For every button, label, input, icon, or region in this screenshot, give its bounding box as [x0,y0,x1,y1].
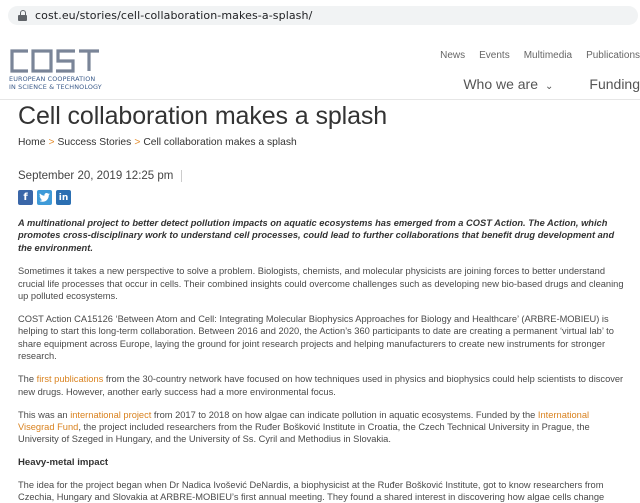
who-we-are-label: Who we are [463,76,539,92]
breadcrumb-separator: > [134,137,141,148]
p3-text-pre: The [18,374,37,385]
article-lead: A multinational project to better detect… [18,218,615,253]
section-heading: Heavy-metal impact [18,456,109,468]
topnav-multimedia[interactable]: Multimedia [524,50,572,61]
browser-address-bar: cost.eu/stories/cell-collaboration-makes… [0,0,640,30]
cost-logo-wordmark [10,49,99,73]
share-buttons: f in [18,190,630,205]
article: Cell collaboration makes a splash Home > S… [18,100,630,503]
first-publications-link[interactable]: first publications [37,374,104,384]
url-field[interactable]: cost.eu/stories/cell-collaboration-makes… [8,6,638,25]
mainnav-funding[interactable]: Funding [589,76,640,92]
tagline-line-2: IN SCIENCE & TECHNOLOGY [9,82,102,91]
linkedin-icon[interactable]: in [56,190,71,205]
facebook-icon[interactable]: f [18,190,33,205]
mainnav-who-we-are[interactable]: Who we are ⌄ [463,76,553,92]
lock-icon[interactable] [18,10,27,21]
p3-text-post: from the 30-country network have focused… [18,374,624,397]
site-header: EUROPEAN COOPERATION IN SCIENCE & TECHNO… [0,30,640,100]
international-project-link[interactable]: international project [70,410,151,420]
topnav-news[interactable]: News [440,50,465,61]
chevron-down-icon: ⌄ [545,81,554,92]
logo-tagline: EUROPEAN COOPERATION IN SCIENCE & TECHNO… [9,75,102,91]
paragraph-3: The first publications from the 30-count… [18,373,624,398]
paragraph-1: Sometimes it takes a new perspective to … [18,266,624,301]
breadcrumb-current: Cell collaboration makes a splash [143,137,297,148]
breadcrumb-success-stories[interactable]: Success Stories [57,137,131,148]
paragraph-5: The idea for the project began when Dr N… [18,479,605,503]
main-nav: Who we are ⌄ Funding [463,76,640,92]
topnav-events[interactable]: Events [479,50,510,61]
p4-text-post: , the project included researchers from … [18,422,590,445]
breadcrumb-home[interactable]: Home [18,137,45,148]
p4-text-mid: from 2017 to 2018 on how algae can indic… [151,409,538,420]
breadcrumb-separator: > [48,137,55,148]
page-title: Cell collaboration makes a splash [18,102,388,130]
p4-text-pre: This was an [18,409,71,420]
breadcrumb: Home > Success Stories > Cell collaboration … [18,137,630,148]
url-text: cost.eu/stories/cell-collaboration-makes… [35,9,313,22]
topnav-publications[interactable]: Publications [586,50,640,61]
twitter-icon[interactable] [37,190,52,205]
paragraph-2: COST Action CA15126 ‘Between Atom and Ce… [18,314,614,361]
top-nav: News Events Multimedia Publications [440,50,640,61]
paragraph-4: This was an international project from 2… [18,409,624,446]
publish-date: September 20, 2019 12:25 pm [18,170,183,182]
twitter-bird-icon [39,193,50,202]
cost-logo[interactable]: EUROPEAN COOPERATION IN SCIENCE & TECHNO… [9,48,102,91]
